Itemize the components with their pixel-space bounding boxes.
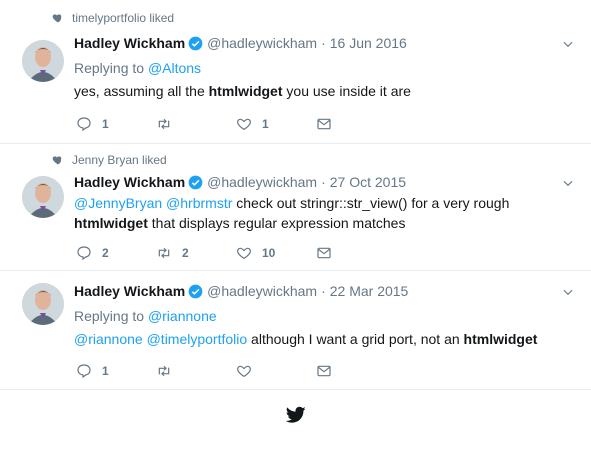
like-button[interactable] xyxy=(236,363,316,379)
twitter-bird-icon[interactable] xyxy=(286,406,306,424)
author-handle[interactable]: @hadleywickham xyxy=(207,283,317,299)
direct-message-icon xyxy=(317,365,331,377)
tweet-header: Hadley Wickham @hadleywickham · 22 Mar 2… xyxy=(74,283,408,299)
tweet-actions: 1 xyxy=(76,363,396,379)
heart-icon xyxy=(52,14,62,23)
social-context: Jenny Bryan liked xyxy=(52,153,167,167)
avatar[interactable] xyxy=(22,283,64,325)
like-icon xyxy=(237,365,251,378)
direct-message-button[interactable] xyxy=(316,245,396,261)
reply-button[interactable]: 1 xyxy=(76,116,156,132)
replying-to-label: Replying to xyxy=(74,308,145,324)
like-count: 10 xyxy=(262,246,276,260)
retweet-button[interactable] xyxy=(156,116,236,132)
social-context-text[interactable]: timelyportfolio liked xyxy=(72,11,174,25)
reply-icon xyxy=(77,246,91,261)
reply-count: 2 xyxy=(102,246,109,260)
reply-count: 1 xyxy=(102,117,109,131)
retweet-icon xyxy=(158,118,170,130)
author-handle[interactable]: @hadleywickham xyxy=(207,35,317,51)
tweet-text-part: you use inside it are xyxy=(282,83,411,99)
reply-count: 1 xyxy=(102,364,109,378)
tweet-text: yes, assuming all the htmlwidget you use… xyxy=(74,83,411,99)
tweet-text-part: check out stringr::str_view() for a very… xyxy=(232,195,510,211)
social-context-text[interactable]: Jenny Bryan liked xyxy=(72,153,167,167)
like-icon xyxy=(237,118,251,131)
direct-message-icon xyxy=(317,247,331,259)
avatar-image xyxy=(22,176,64,218)
tweet-header: Hadley Wickham @hadleywickham · 16 Jun 2… xyxy=(74,35,407,51)
mention-link[interactable]: @hrbrmstr xyxy=(166,195,232,211)
reply-button[interactable]: 2 xyxy=(76,245,156,261)
direct-message-icon xyxy=(317,118,331,130)
author-handle[interactable]: @hadleywickham xyxy=(207,174,317,190)
verified-badge-icon xyxy=(188,284,203,298)
reply-icon xyxy=(77,364,91,379)
replying-to: Replying to @Altons xyxy=(74,60,201,76)
verified-badge-icon xyxy=(188,175,203,189)
tweet-text-part: that displays regular expression matches xyxy=(147,215,406,231)
tweet-text-line-1: @JennyBryan @hrbrmstr check out stringr:… xyxy=(74,195,509,211)
tweet-header: Hadley Wickham @hadleywickham · 27 Oct 2… xyxy=(74,174,406,190)
retweet-icon xyxy=(158,247,170,259)
separator: · xyxy=(321,174,326,190)
tweet-feed: timelyportfolio liked Hadley Wickham @ha… xyxy=(0,0,591,453)
avatar-image xyxy=(22,283,64,325)
avatar-image xyxy=(22,40,64,82)
tweet-text: @riannone @timelyportfolio although I wa… xyxy=(74,331,537,347)
tweet-text-bold: htmlwidget xyxy=(463,331,538,347)
separator: · xyxy=(321,283,326,299)
chevron-down-icon[interactable] xyxy=(561,176,575,190)
tweet-text-line-2: htmlwidget that displays regular express… xyxy=(74,215,405,231)
verified-badge-icon xyxy=(188,36,203,50)
tweet-text-bold: htmlwidget xyxy=(208,83,283,99)
tweet-actions: 1 1 xyxy=(76,116,396,132)
like-button[interactable]: 1 xyxy=(236,116,316,132)
tweet-actions: 2 2 10 xyxy=(76,245,396,261)
direct-message-button[interactable] xyxy=(316,363,396,379)
retweet-count: 2 xyxy=(182,246,189,260)
tweet[interactable]: timelyportfolio liked Hadley Wickham @ha… xyxy=(0,0,591,144)
retweet-icon xyxy=(158,365,170,377)
replying-to-link[interactable]: @riannone xyxy=(148,308,217,324)
author-name[interactable]: Hadley Wickham xyxy=(74,35,185,51)
tweet-text-part: although I want a grid port, not an xyxy=(247,331,464,347)
retweet-button[interactable] xyxy=(156,363,236,379)
reply-button[interactable]: 1 xyxy=(76,363,156,379)
direct-message-button[interactable] xyxy=(316,116,396,132)
mention-link[interactable]: @timelyportfolio xyxy=(147,331,248,347)
tweet-text-bold: htmlwidget xyxy=(74,215,148,231)
mention-link[interactable]: @riannone xyxy=(74,331,143,347)
chevron-down-icon[interactable] xyxy=(561,37,575,51)
tweet-text-part: yes, assuming all the xyxy=(74,83,209,99)
avatar[interactable] xyxy=(22,40,64,82)
replying-to-link[interactable]: @Altons xyxy=(148,60,201,76)
chevron-down-icon[interactable] xyxy=(561,285,575,299)
like-count: 1 xyxy=(262,117,269,131)
author-name[interactable]: Hadley Wickham xyxy=(74,174,185,190)
replying-to: Replying to @riannone xyxy=(74,308,217,324)
retweet-button[interactable]: 2 xyxy=(156,245,236,261)
tweet-date[interactable]: 27 Oct 2015 xyxy=(330,174,406,190)
tweet-date[interactable]: 22 Mar 2015 xyxy=(330,283,409,299)
mention-link[interactable]: @JennyBryan xyxy=(74,195,162,211)
social-context: timelyportfolio liked xyxy=(52,11,174,25)
like-button[interactable]: 10 xyxy=(236,245,316,261)
like-icon xyxy=(237,247,251,260)
author-name[interactable]: Hadley Wickham xyxy=(74,283,185,299)
replying-to-label: Replying to xyxy=(74,60,145,76)
avatar[interactable] xyxy=(22,176,64,218)
tweet[interactable]: Hadley Wickham @hadleywickham · 22 Mar 2… xyxy=(0,271,591,390)
separator: · xyxy=(321,35,326,51)
tweet[interactable]: Jenny Bryan liked Hadley Wickham @hadley… xyxy=(0,144,591,271)
reply-icon xyxy=(77,117,91,132)
heart-icon xyxy=(52,156,62,165)
tweet-date[interactable]: 16 Jun 2016 xyxy=(330,35,407,51)
